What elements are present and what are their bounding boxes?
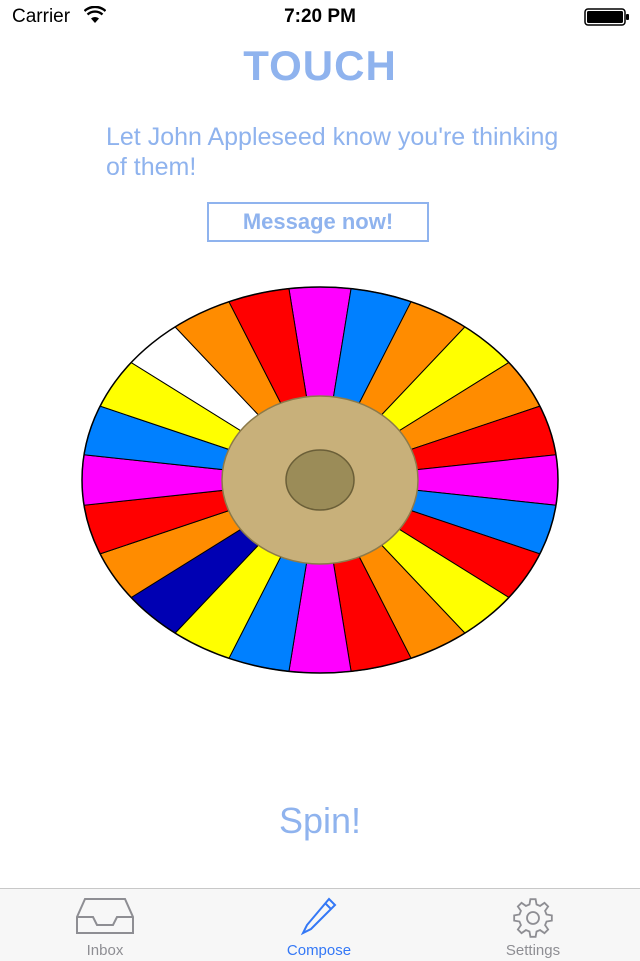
spin-button[interactable]: Spin! (240, 800, 400, 850)
inbox-icon (76, 898, 134, 934)
prize-wheel[interactable] (0, 270, 640, 690)
tab-settings[interactable]: Settings (443, 889, 623, 961)
page-title: TOUCH (243, 42, 397, 89)
message-now-button[interactable]: Message now! (207, 202, 429, 242)
tab-bar: Inbox Compose Settings (0, 888, 640, 961)
wheel-center (285, 449, 355, 511)
status-time: 7:20 PM (284, 6, 356, 27)
status-bar: Carrier 7:20 PM (0, 0, 640, 40)
tab-compose-label: Compose (286, 942, 352, 959)
tab-inbox-label: Inbox (86, 942, 124, 959)
gear-icon (513, 898, 553, 938)
tab-compose[interactable]: Compose (229, 889, 409, 961)
tab-settings-label: Settings (505, 942, 561, 959)
compose-icon (300, 897, 337, 936)
battery-icon (584, 8, 629, 26)
tab-inbox[interactable]: Inbox (15, 889, 195, 961)
page-subtitle: Let John Appleseed know you're thinking … (106, 123, 559, 181)
